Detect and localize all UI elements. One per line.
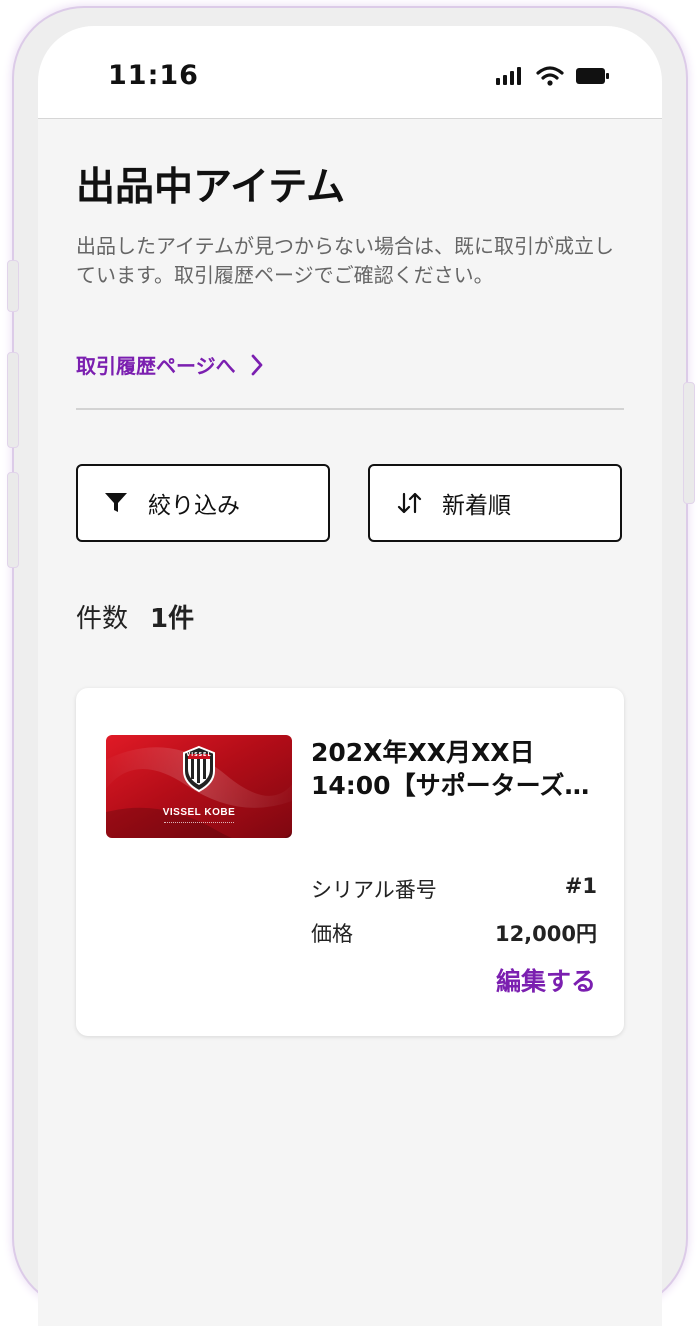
price-row: 価格 12,000円 bbox=[311, 918, 597, 948]
history-page-link[interactable]: 取引履歴ページへ bbox=[76, 350, 264, 379]
history-link-label: 取引履歴ページへ bbox=[76, 354, 236, 378]
item-count: 件数 1件 bbox=[76, 598, 194, 635]
battery-icon bbox=[576, 68, 609, 84]
serial-value: #1 bbox=[564, 874, 597, 898]
edit-button[interactable]: 編集する bbox=[496, 962, 596, 998]
sort-label: 新着順 bbox=[442, 493, 511, 519]
item-title: 202X年XX月XX日 14:00【サポーターズ… bbox=[311, 736, 599, 802]
item-thumbnail: VISSEL VISSEL KOBE bbox=[106, 735, 292, 838]
serial-label: シリアル番号 bbox=[311, 878, 437, 902]
count-value: 1件 bbox=[150, 604, 195, 634]
side-button-volume-down bbox=[7, 472, 19, 568]
thumbnail-brand: VISSEL KOBE bbox=[162, 807, 236, 818]
serial-row: シリアル番号 #1 bbox=[311, 874, 597, 904]
page-description: 出品したアイテムが見つからない場合は、既に取引が成立しています。取引履歴ページで… bbox=[76, 234, 614, 287]
status-icons bbox=[496, 66, 610, 86]
price-label: 価格 bbox=[311, 922, 353, 946]
listing-card[interactable]: VISSEL VISSEL KOBE 202X年XX月XX日 14:00【サポー… bbox=[76, 688, 624, 1036]
price-value: 12,000円 bbox=[494, 922, 597, 946]
wifi-icon bbox=[536, 66, 564, 86]
status-bar: 11:16 bbox=[38, 26, 662, 119]
thumbnail-emblem-text: VISSEL bbox=[186, 752, 212, 758]
signal-icon bbox=[496, 67, 521, 85]
screen: 11:16 出品中アイテム 出品したアイテムが見つからない場合は、既に取引が成立… bbox=[38, 26, 662, 1326]
thumbnail-fineprint bbox=[164, 822, 234, 824]
item-title-line1: 202X年XX月XX日 bbox=[311, 738, 535, 767]
status-time: 11:16 bbox=[108, 60, 199, 91]
side-button-volume-up bbox=[7, 352, 19, 448]
item-title-line2: 14:00【サポーターズ… bbox=[311, 771, 590, 800]
filter-button[interactable]: 絞り込み bbox=[76, 464, 330, 542]
filter-label: 絞り込み bbox=[148, 493, 240, 519]
page-title: 出品中アイテム bbox=[76, 165, 346, 210]
side-button-mute bbox=[7, 260, 19, 312]
filter-icon bbox=[104, 492, 128, 514]
side-button-power bbox=[683, 382, 695, 504]
sort-button[interactable]: 新着順 bbox=[368, 464, 622, 542]
count-label: 件数 bbox=[76, 604, 129, 634]
sort-arrows-icon bbox=[396, 491, 422, 515]
chevron-right-icon bbox=[251, 354, 263, 375]
divider bbox=[76, 408, 624, 410]
